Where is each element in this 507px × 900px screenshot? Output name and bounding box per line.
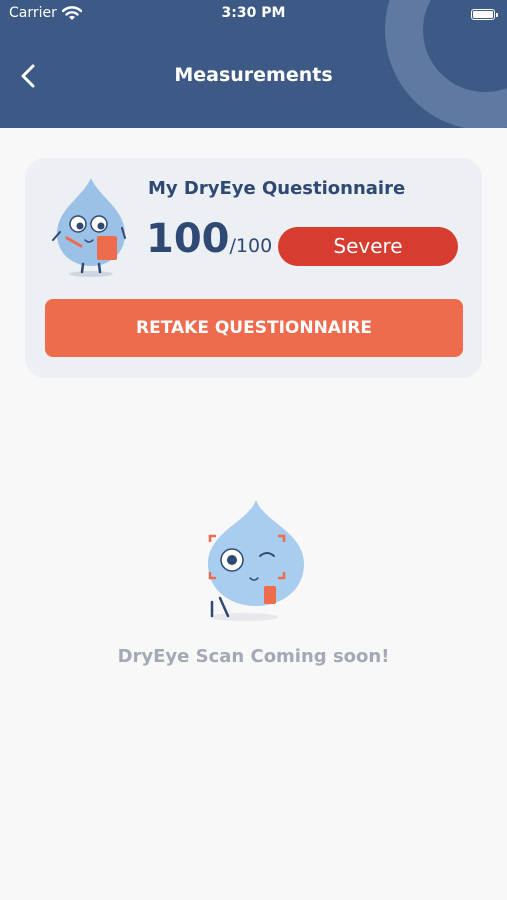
header-bar: Carrier 3:30 PM Measurements	[0, 0, 507, 128]
score-value: 100	[146, 216, 230, 262]
status-bar: Carrier 3:30 PM	[0, 4, 507, 24]
questionnaire-card: My DryEye Questionnaire 100/100 Severe R…	[25, 158, 482, 378]
questionnaire-mascot	[52, 178, 126, 277]
retake-questionnaire-button[interactable]: RETAKE QUESTIONNAIRE	[45, 299, 463, 357]
score-max: /100	[229, 235, 273, 257]
scan-coming-soon-text: DryEye Scan Coming soon!	[117, 646, 390, 667]
scan-mascot	[208, 500, 304, 621]
battery-icon	[471, 9, 498, 20]
status-time: 3:30 PM	[221, 5, 286, 21]
severity-badge: Severe	[278, 227, 458, 266]
page-title: Measurements	[174, 64, 333, 86]
score-display: 100/100	[146, 216, 272, 262]
questionnaire-title: My DryEye Questionnaire	[148, 178, 406, 199]
